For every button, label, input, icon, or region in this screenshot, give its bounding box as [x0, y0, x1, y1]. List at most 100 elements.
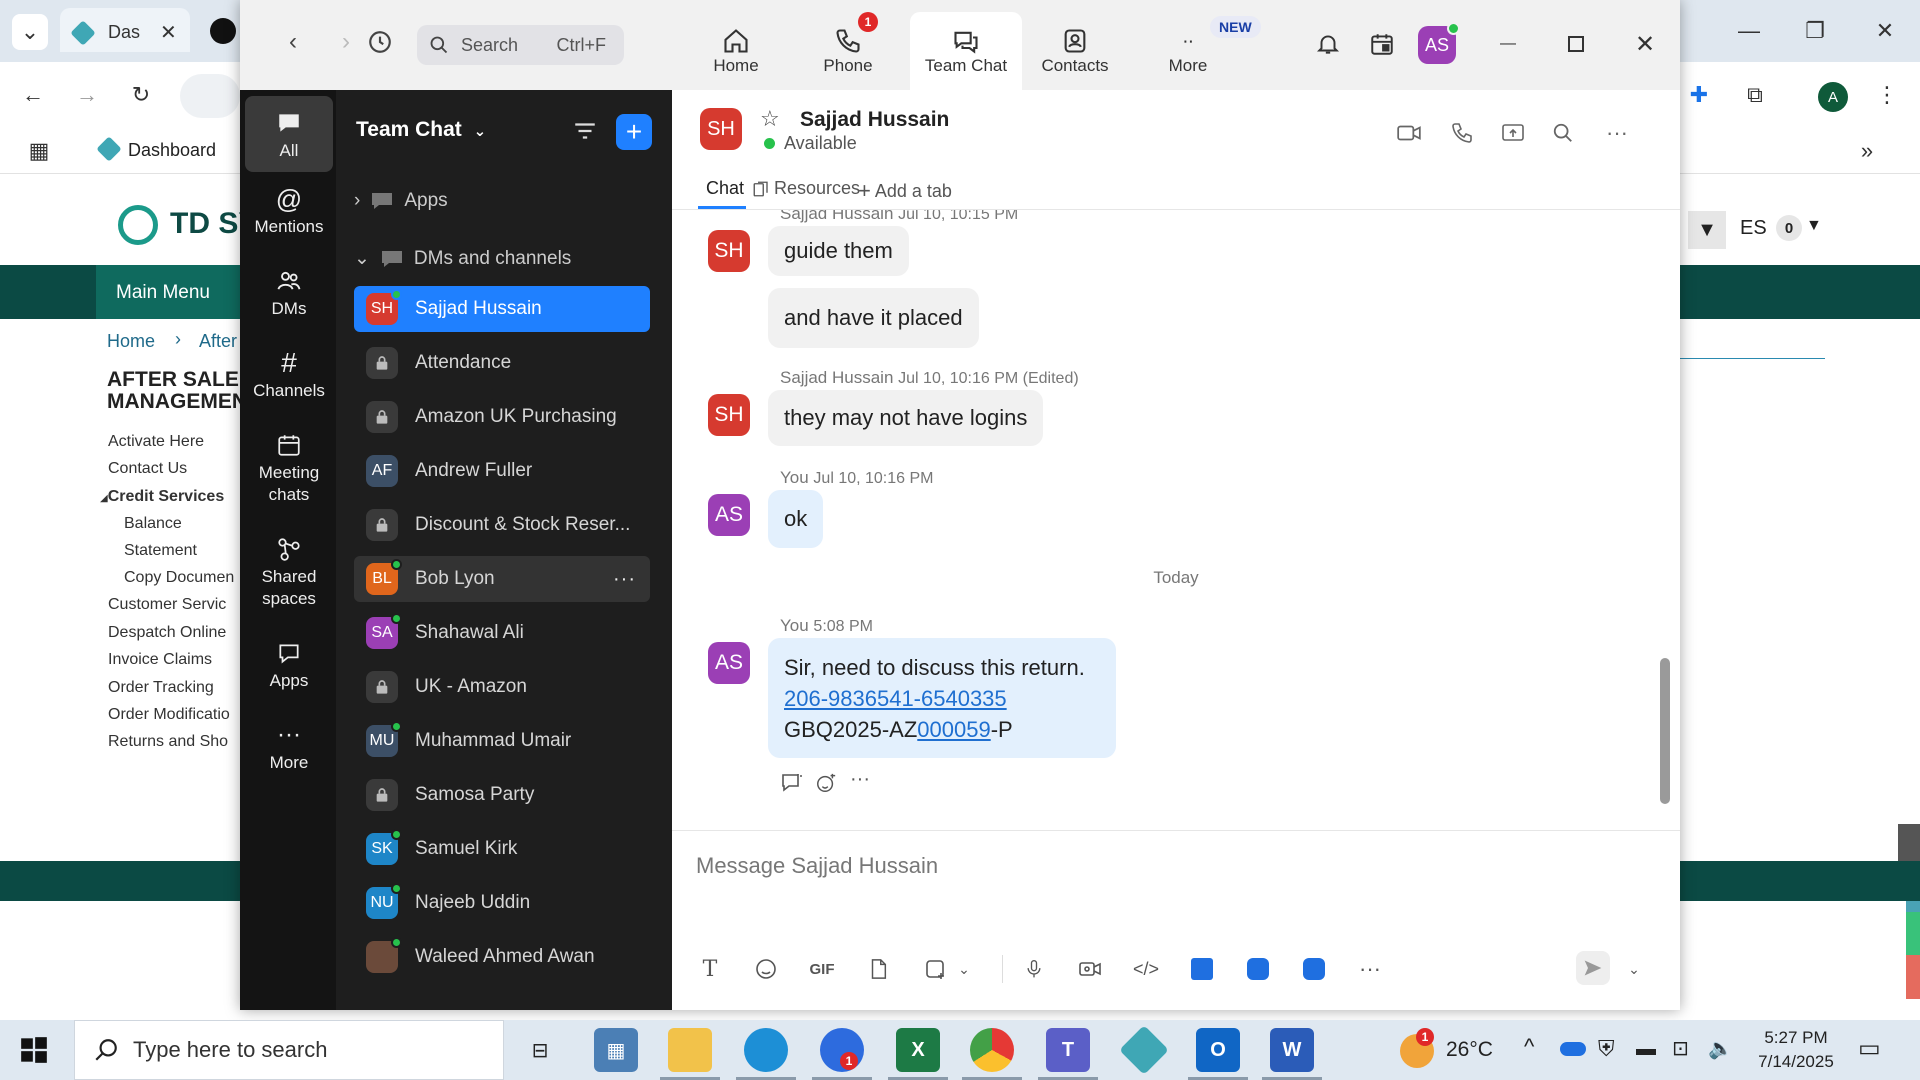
channel-item[interactable]: UK - Amazon — [354, 664, 650, 710]
tab-resources[interactable]: Resources — [752, 178, 860, 199]
link-statement[interactable]: Statement — [124, 542, 197, 560]
reference-link[interactable]: 000059 — [917, 717, 990, 742]
message-avatar[interactable]: AS — [708, 494, 750, 536]
contact-name[interactable]: Sajjad Hussain — [800, 108, 949, 132]
rail-channels[interactable]: # Channels — [245, 346, 333, 402]
maximize-icon[interactable] — [1554, 22, 1598, 66]
reload-icon[interactable]: ↻ — [126, 80, 156, 110]
weather-temperature[interactable]: 26°C — [1446, 1038, 1493, 1062]
edge-browser-icon[interactable] — [744, 1028, 788, 1072]
teams-icon[interactable]: T — [1046, 1028, 1090, 1072]
message-more-icon[interactable]: ··· — [850, 768, 870, 791]
bookmarks-overflow-icon[interactable]: » — [1852, 136, 1882, 166]
onedrive-icon[interactable] — [1560, 1042, 1586, 1056]
task-view-icon[interactable]: ⊟ — [518, 1028, 562, 1072]
message-bubble[interactable]: Sir, need to discuss this return. 206-98… — [768, 638, 1116, 758]
send-button[interactable] — [1576, 951, 1610, 985]
tab-more[interactable]: ∙∙ More NEW — [1132, 12, 1261, 90]
language-selector[interactable]: ES — [1740, 217, 1767, 240]
screenshot-chevron-icon[interactable]: ⌄ — [948, 953, 980, 985]
link-despatch-online[interactable]: Despatch Online — [108, 624, 226, 642]
browser-menu-icon[interactable]: ⋮ — [1872, 80, 1902, 110]
video-call-icon[interactable] — [1394, 118, 1424, 148]
search-input[interactable]: Search Ctrl+F — [417, 25, 624, 65]
volume-icon[interactable]: 🔈 — [1708, 1036, 1733, 1061]
channel-item[interactable]: SK Samuel Kirk — [354, 826, 650, 872]
breadcrumb-home[interactable]: Home — [107, 331, 155, 352]
extension-icon[interactable]: ✚ — [1684, 80, 1714, 110]
section-apps[interactable]: › Apps — [354, 190, 448, 212]
link-invoice-claims[interactable]: Invoice Claims — [108, 651, 212, 669]
side-widget[interactable] — [1898, 824, 1920, 864]
address-bar[interactable] — [180, 74, 240, 118]
tab-team-chat[interactable]: Team Chat — [910, 12, 1022, 90]
channel-item[interactable]: SH Sajjad Hussain — [354, 286, 650, 332]
apps-grid-icon[interactable]: ▦ — [24, 136, 54, 166]
battery-icon[interactable]: ▬ — [1636, 1038, 1656, 1061]
channel-item[interactable]: SA Shahawal Ali — [354, 610, 650, 656]
link-activate-here[interactable]: Activate Here — [108, 433, 204, 451]
link-copy-documents[interactable]: Copy Documen — [124, 569, 234, 587]
microphone-icon[interactable] — [1018, 953, 1050, 985]
minimize-browser-icon[interactable]: — — [1734, 16, 1764, 46]
new-chat-plus-button[interactable]: + — [616, 114, 652, 150]
link-balance[interactable]: Balance — [124, 515, 182, 533]
breadcrumb-after[interactable]: After — [199, 331, 237, 352]
audio-call-icon[interactable] — [1447, 118, 1477, 148]
filter-icon[interactable] — [572, 118, 598, 144]
link-contact-us[interactable]: Contact Us — [108, 460, 187, 478]
section-dms-channels[interactable]: ⌄ DMs and channels — [354, 247, 571, 270]
tab-search-icon[interactable]: ⌄ — [12, 14, 48, 50]
share-screen-icon[interactable] — [1498, 118, 1528, 148]
second-tab-favicon-icon[interactable] — [210, 18, 236, 44]
channel-item[interactable]: BL Bob Lyon ··· — [354, 556, 650, 602]
rail-all[interactable]: All — [245, 96, 333, 172]
clock[interactable]: 5:27 PM 7/14/2025 — [1748, 1026, 1844, 1074]
more-options-icon[interactable]: ··· — [1602, 118, 1632, 148]
browser-tab[interactable]: Das ✕ — [60, 8, 190, 52]
channel-item[interactable]: NU Najeeb Uddin — [354, 880, 650, 926]
outlook-icon[interactable]: O — [1196, 1028, 1240, 1072]
extensions-puzzle-icon[interactable]: ⧉ — [1740, 80, 1770, 110]
main-menu-button[interactable]: Main Menu — [96, 265, 256, 319]
message-avatar[interactable]: SH — [708, 394, 750, 436]
link-order-modification[interactable]: Order Modificatio — [108, 706, 230, 724]
link-order-tracking[interactable]: Order Tracking — [108, 679, 214, 697]
channel-more-icon[interactable]: ··· — [613, 568, 636, 591]
tab-phone[interactable]: Phone 1 — [792, 12, 904, 90]
browser-profile-avatar[interactable]: A — [1818, 82, 1848, 112]
calendar-icon[interactable] — [1360, 22, 1404, 66]
send-options-chevron-icon[interactable]: ⌄ — [1618, 953, 1650, 985]
app-diamond-icon[interactable] — [1119, 1025, 1169, 1075]
bookmark-dashboard[interactable]: Dashboard — [128, 140, 216, 161]
star-icon[interactable]: ☆ — [760, 106, 780, 132]
rail-mentions[interactable]: @ Mentions — [245, 182, 333, 238]
channel-item[interactable]: Samosa Party — [354, 772, 650, 818]
link-customer-service[interactable]: Customer Servic — [108, 596, 226, 614]
calculator-icon[interactable]: ▦ — [594, 1028, 638, 1072]
excel-icon[interactable]: X — [896, 1028, 940, 1072]
taskbar-search-input[interactable]: Type here to search — [74, 1020, 504, 1080]
restore-browser-icon[interactable]: ❐ — [1800, 16, 1830, 46]
message-bubble[interactable]: guide them — [768, 226, 909, 276]
notifications-bell-icon[interactable] — [1306, 22, 1350, 66]
code-snippet-icon[interactable]: </> — [1130, 953, 1162, 985]
channel-item[interactable]: Waleed Ahmed Awan — [354, 934, 650, 980]
word-icon[interactable]: W — [1270, 1028, 1314, 1072]
composer-more-icon[interactable]: ··· — [1354, 953, 1386, 985]
file-explorer-icon[interactable] — [668, 1028, 712, 1072]
message-scrollbar[interactable] — [1660, 658, 1670, 804]
cart-dropdown-icon[interactable]: ▼ — [1806, 217, 1822, 235]
rail-meeting-chats[interactable]: Meeting chats — [245, 428, 333, 506]
forward-icon[interactable]: → — [72, 80, 102, 110]
rail-more[interactable]: ··· More — [245, 718, 333, 774]
channel-item[interactable]: MU Muhammad Umair — [354, 718, 650, 764]
channel-item[interactable]: Amazon UK Purchasing — [354, 394, 650, 440]
search-chat-icon[interactable] — [1548, 118, 1578, 148]
tab-add-a-tab[interactable]: + Add a tab — [858, 178, 952, 204]
whiteboard-app-icon[interactable] — [1242, 953, 1274, 985]
message-input[interactable]: Message Sajjad Hussain — [696, 853, 938, 879]
close-tab-icon[interactable]: ✕ — [160, 20, 177, 45]
chrome-icon[interactable] — [970, 1028, 1014, 1072]
message-bubble[interactable]: and have it placed — [768, 288, 979, 348]
